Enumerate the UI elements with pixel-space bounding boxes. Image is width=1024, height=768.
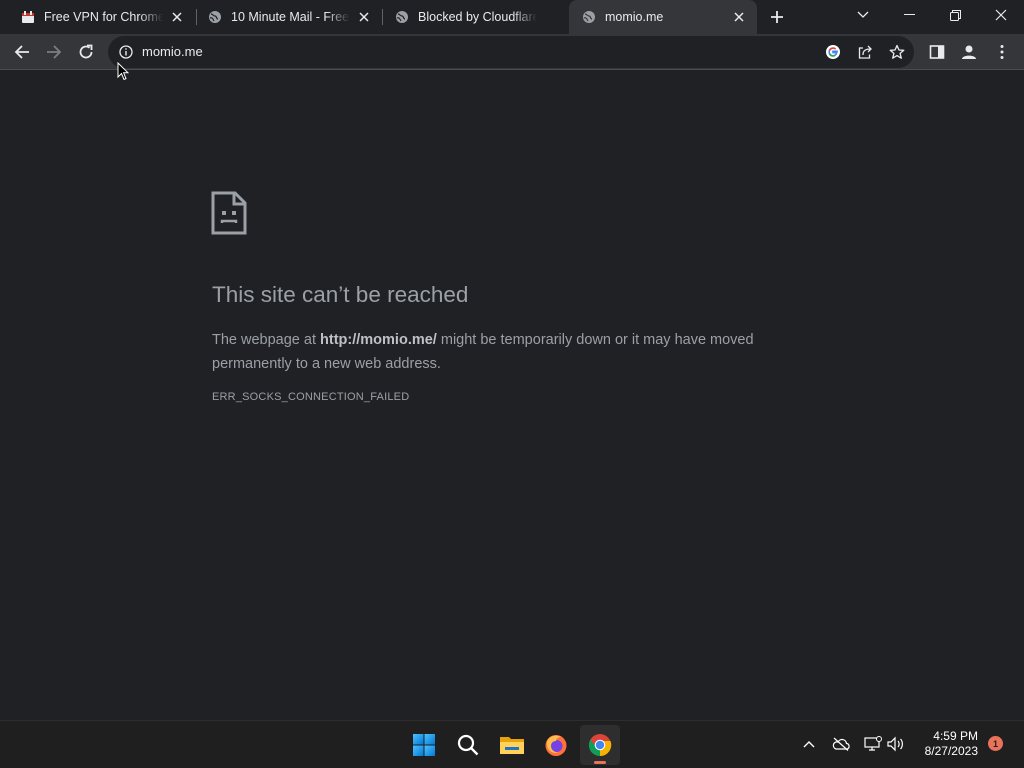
- network-icon: [864, 736, 882, 751]
- error-title: This site can’t be reached: [212, 282, 469, 307]
- clock-time: 4:59 PM: [933, 729, 978, 743]
- active-app-indicator: [594, 761, 606, 764]
- tab-strip: Free VPN for Chrome - VPN Proxy VeePN 10…: [0, 0, 1024, 34]
- mouse-cursor-icon: [117, 61, 130, 81]
- profile-button[interactable]: [955, 38, 983, 66]
- close-tab-icon[interactable]: [731, 9, 747, 25]
- menu-kebab-icon: [1000, 45, 1004, 59]
- side-panel-icon: [929, 45, 945, 59]
- close-tab-icon[interactable]: [169, 9, 185, 25]
- tab-10-minute-mail[interactable]: 10 Minute Mail - Free Anonymous Temporar…: [187, 0, 382, 34]
- close-window-button[interactable]: [978, 0, 1024, 30]
- tab-title: momio.me: [605, 10, 664, 24]
- plus-icon: [771, 11, 783, 23]
- file-explorer-button[interactable]: [492, 725, 532, 765]
- chrome-icon: [588, 734, 612, 757]
- firefox-button[interactable]: [536, 725, 576, 765]
- url-text[interactable]: momio.me: [142, 44, 203, 59]
- minimize-icon: [903, 14, 915, 15]
- volume-icon: [887, 736, 903, 752]
- network-tray[interactable]: [862, 733, 884, 755]
- tab-cloudflare[interactable]: Blocked by Cloudflare Overview: [374, 0, 569, 34]
- tab-title: Blocked by Cloudflare Overview: [418, 10, 537, 24]
- volume-tray[interactable]: [885, 733, 907, 755]
- site-info-icon[interactable]: [118, 44, 134, 60]
- close-icon: [995, 9, 1007, 21]
- back-button[interactable]: [8, 38, 36, 66]
- onedrive-tray[interactable]: [830, 733, 852, 755]
- forward-arrow-icon: [47, 45, 62, 59]
- chrome-button[interactable]: [580, 725, 620, 765]
- tab-search-icon: [857, 11, 869, 18]
- search-icon: [457, 734, 479, 756]
- globe-icon: [581, 9, 597, 25]
- google-lens-icon[interactable]: [824, 43, 842, 61]
- file-explorer-icon: [500, 737, 524, 754]
- browser-toolbar: momio.me: [0, 34, 1024, 70]
- menu-button[interactable]: [988, 38, 1016, 66]
- reload-button[interactable]: [72, 38, 100, 66]
- bookmark-star-icon[interactable]: [888, 43, 906, 61]
- taskbar-clock[interactable]: 4:59 PM 8/27/2023: [908, 729, 978, 759]
- show-hidden-icons-button[interactable]: [798, 733, 820, 755]
- restore-icon: [949, 9, 961, 21]
- close-tab-icon[interactable]: [356, 9, 372, 25]
- sad-page-icon: [211, 191, 247, 235]
- side-panel-button[interactable]: [923, 38, 951, 66]
- reload-icon: [79, 44, 93, 59]
- onedrive-icon: [832, 737, 850, 751]
- taskbar: 4:59 PM 8/27/2023 1: [0, 720, 1024, 768]
- address-bar[interactable]: momio.me: [108, 36, 914, 68]
- tab-momio[interactable]: momio.me: [569, 0, 757, 34]
- globe-icon: [207, 9, 223, 25]
- error-url: http://momio.me/: [320, 332, 437, 348]
- tab-title: Free VPN for Chrome - VPN Proxy VeePN: [44, 10, 163, 24]
- error-page: This site can’t be reached The webpage a…: [0, 71, 1024, 720]
- clock-date: 8/27/2023: [924, 744, 978, 758]
- notification-badge[interactable]: 1: [988, 736, 1003, 751]
- start-button[interactable]: [404, 725, 444, 765]
- search-button[interactable]: [448, 725, 488, 765]
- veepn-icon: [20, 9, 36, 25]
- share-icon[interactable]: [856, 43, 874, 61]
- tab-search-button[interactable]: [840, 0, 886, 30]
- windows-start-icon: [413, 734, 435, 756]
- error-desc-prefix: The webpage at: [212, 332, 321, 348]
- back-arrow-icon: [14, 45, 29, 59]
- error-description: The webpage at http://momio.me/ might be…: [212, 328, 802, 376]
- forward-button[interactable]: [40, 38, 68, 66]
- new-tab-button[interactable]: [766, 6, 788, 28]
- globe-icon: [394, 9, 410, 25]
- firefox-icon: [545, 735, 567, 756]
- restore-button[interactable]: [932, 0, 978, 30]
- tab-title: 10 Minute Mail - Free Anonymous Temporar…: [231, 10, 350, 24]
- error-code: ERR_SOCKS_CONNECTION_FAILED: [212, 391, 410, 403]
- profile-icon: [962, 45, 976, 59]
- minimize-button[interactable]: [886, 0, 932, 30]
- tab-veepn[interactable]: Free VPN for Chrome - VPN Proxy VeePN: [0, 0, 195, 34]
- chevron-up-icon: [803, 741, 815, 748]
